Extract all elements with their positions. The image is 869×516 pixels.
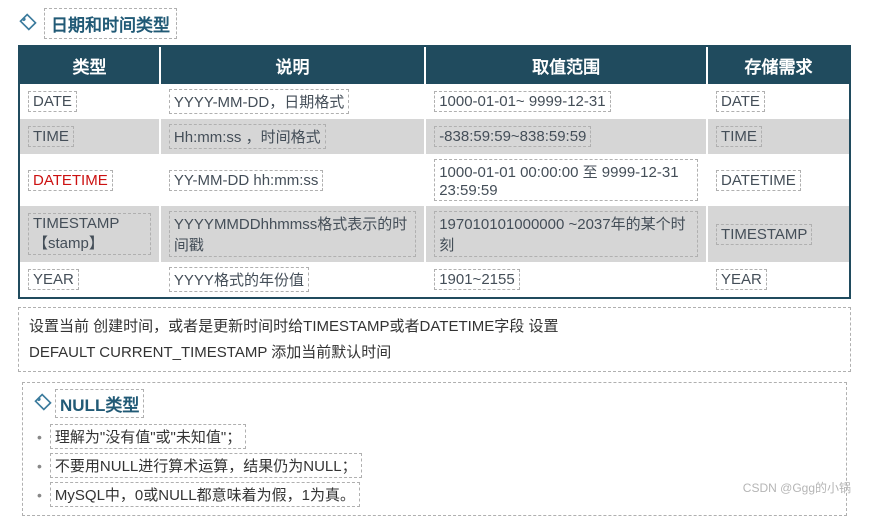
- list-item: 理解为"没有值"或"未知值"；: [50, 424, 246, 449]
- th-type: 类型: [20, 47, 161, 84]
- watermark: CSDN @Ggg的小锅: [743, 479, 851, 496]
- table-header-row: 类型 说明 取值范围 存储需求: [20, 47, 849, 84]
- table-cell: YEAR: [708, 262, 849, 297]
- table-cell: Hh:mm:ss ，时间格式: [161, 119, 426, 154]
- section-heading: 日期和时间类型: [18, 8, 851, 39]
- th-storage: 存储需求: [708, 47, 849, 84]
- cell-value: -838:59:59~838:59:59: [434, 126, 591, 147]
- tag-icon: [33, 392, 53, 415]
- cell-value: YYYY-MM-DD，日期格式: [169, 89, 349, 114]
- cell-value: 1000-01-01 00:00:00 至 9999-12-31 23:59:5…: [434, 159, 698, 201]
- cell-value: YYYY格式的年份值: [169, 267, 309, 292]
- table-cell: TIME: [20, 119, 161, 154]
- table-cell: DATETIME: [708, 154, 849, 206]
- table-cell: DATETIME: [20, 154, 161, 206]
- table-cell: YY-MM-DD hh:mm:ss: [161, 154, 426, 206]
- date-time-table: 类型 说明 取值范围 存储需求 DATE YYYY-MM-DD，日期格式 1000-…: [18, 45, 851, 299]
- th-desc: 说明: [161, 47, 426, 84]
- table-cell: TIME: [708, 119, 849, 154]
- bullet-dot: •: [37, 458, 42, 474]
- heading-title: 日期和时间类型: [44, 8, 177, 39]
- cell-value: YYYYMMDDhhmmss格式表示的时间戳: [169, 211, 416, 257]
- table-cell: TIMESTAMP【stamp】: [20, 206, 161, 262]
- table-cell: YYYY-MM-DD，日期格式: [161, 84, 426, 119]
- th-range: 取值范围: [426, 47, 708, 84]
- table-cell: 1901~2155: [426, 262, 708, 297]
- table-cell: DATE: [20, 84, 161, 119]
- table-row: DATE YYYY-MM-DD，日期格式 1000-01-01~ 9999-12-3…: [20, 84, 849, 119]
- bullet-dot: •: [37, 487, 42, 503]
- cell-value: 1000-01-01~ 9999-12-31: [434, 91, 610, 112]
- cell-value: Hh:mm:ss ，时间格式: [169, 124, 326, 149]
- null-title: NULL类型: [55, 389, 144, 418]
- cell-value: 197010101000000 ~2037年的某个时刻: [434, 211, 698, 257]
- tag-icon: [18, 12, 38, 35]
- cell-value: DATE: [28, 91, 77, 112]
- cell-value: TIMESTAMP: [716, 224, 812, 245]
- note-line: 设置当前 创建时间，或者是更新时间时给TIMESTAMP或者DATETIME字段…: [29, 314, 840, 340]
- cell-value: YY-MM-DD hh:mm:ss: [169, 170, 323, 191]
- list-item: MySQL中，0或NULL都意味着为假，1为真。: [50, 482, 360, 507]
- cell-value: YEAR: [28, 269, 79, 290]
- cell-value: DATETIME: [716, 170, 801, 191]
- null-heading: NULL类型: [33, 389, 836, 418]
- table-row: YEAR YYYY格式的年份值 1901~2155 YEAR: [20, 262, 849, 297]
- table-row: DATETIME YY-MM-DD hh:mm:ss 1000-01-01 00:0…: [20, 154, 849, 206]
- bullet-dot: •: [37, 429, 42, 445]
- cell-value: YEAR: [716, 269, 767, 290]
- note-line: DEFAULT CURRENT_TIMESTAMP 添加当前默认时间: [29, 340, 840, 366]
- table-cell: TIMESTAMP: [708, 206, 849, 262]
- table-cell: YYYYMMDDhhmmss格式表示的时间戳: [161, 206, 426, 262]
- cell-value: 1901~2155: [434, 269, 520, 290]
- note-block: 设置当前 创建时间，或者是更新时间时给TIMESTAMP或者DATETIME字段…: [18, 307, 851, 372]
- cell-value: DATETIME: [28, 170, 113, 191]
- cell-value: TIME: [28, 126, 74, 147]
- list-item: 不要用NULL进行算术运算，结果仍为NULL；: [50, 453, 362, 478]
- table-cell: 1000-01-01 00:00:00 至 9999-12-31 23:59:5…: [426, 154, 708, 206]
- cell-value: DATE: [716, 91, 765, 112]
- table-row: TIME Hh:mm:ss ，时间格式 -838:59:59~838:59:59 TI…: [20, 119, 849, 154]
- table-row: TIMESTAMP【stamp】 YYYYMMDDhhmmss格式表示的时间戳 19…: [20, 206, 849, 262]
- table-cell: 1000-01-01~ 9999-12-31: [426, 84, 708, 119]
- table-cell: YEAR: [20, 262, 161, 297]
- cell-value: TIME: [716, 126, 762, 147]
- table-cell: DATE: [708, 84, 849, 119]
- cell-value: TIMESTAMP【stamp】: [28, 213, 151, 255]
- table-cell: YYYY格式的年份值: [161, 262, 426, 297]
- table-cell: -838:59:59~838:59:59: [426, 119, 708, 154]
- bullet-list: • 理解为"没有值"或"未知值"； • 不要用NULL进行算术运算，结果仍为NULL；…: [37, 422, 836, 509]
- table-cell: 197010101000000 ~2037年的某个时刻: [426, 206, 708, 262]
- null-section: NULL类型 • 理解为"没有值"或"未知值"； • 不要用NULL进行算术运算，结果…: [22, 382, 847, 516]
